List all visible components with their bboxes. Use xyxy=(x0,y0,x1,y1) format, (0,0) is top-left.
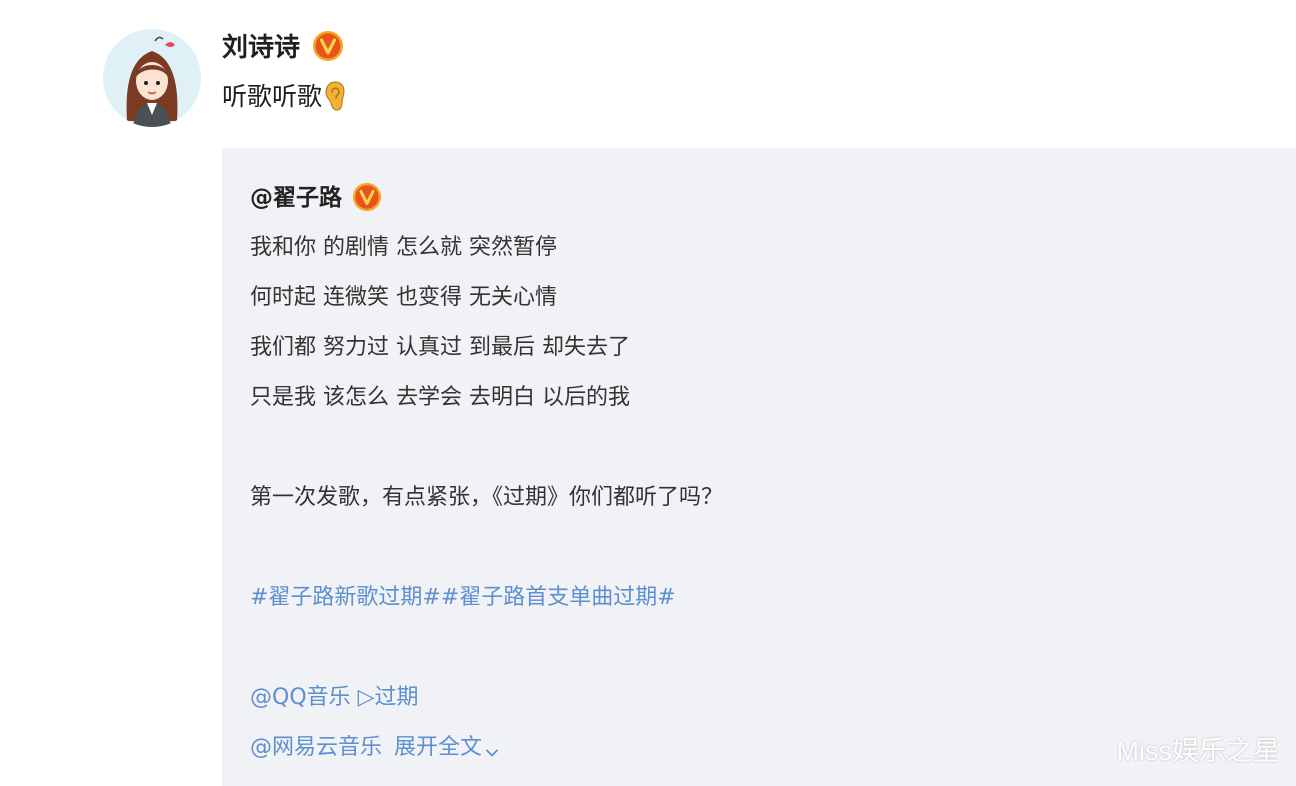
ear-icon xyxy=(324,80,346,112)
netease-line: @网易云音乐 展开全文 xyxy=(250,732,499,764)
avatar[interactable] xyxy=(103,29,201,127)
repost-author-name[interactable]: @翟子路 xyxy=(250,185,342,211)
reposted-content[interactable]: @翟子路 我和你 的剧情 怎么就 突然暂停 何时起 连微笑 也变得 无关心情 我… xyxy=(222,148,1296,786)
lyric-line: 何时起 连微笑 也变得 无关心情 xyxy=(250,285,557,310)
weibo-post: 刘诗诗 听歌听歌 @翟子路 我和你 的剧情 怎么就 突然暂停 何时起 连微笑 也… xyxy=(0,0,1296,786)
avatar-illustration xyxy=(103,29,201,127)
repost-author[interactable]: @翟子路 xyxy=(250,182,382,214)
repost-message: 第一次发歌，有点紧张，《过期》你们都听了吗？ xyxy=(250,485,724,510)
netease-music-mention-link[interactable]: @网易云音乐 xyxy=(250,735,382,760)
qq-music-song-link[interactable]: @QQ音乐 ▷过期 xyxy=(250,682,419,714)
lyric-line: 我们都 努力过 认真过 到最后 却失去了 xyxy=(250,335,630,360)
watermark: Miss娱乐之星 xyxy=(1116,736,1281,766)
expand-full-text-label: 展开全文 xyxy=(394,735,483,760)
post-author[interactable]: 刘诗诗 xyxy=(222,30,344,65)
post-text: 听歌听歌 xyxy=(222,80,346,114)
post-author-name[interactable]: 刘诗诗 xyxy=(222,33,300,63)
lyric-line: 我和你 的剧情 怎么就 突然暂停 xyxy=(250,235,557,260)
verified-badge-icon xyxy=(352,182,382,212)
verified-badge-icon xyxy=(312,30,344,62)
chevron-down-icon xyxy=(485,738,499,757)
expand-full-text-button[interactable]: 展开全文 xyxy=(394,735,499,760)
lyric-line: 只是我 该怎么 去学会 去明白 以后的我 xyxy=(250,385,630,410)
post-text-content: 听歌听歌 xyxy=(222,82,323,111)
topic-hashtags-link[interactable]: #翟子路新歌过期##翟子路首支单曲过期# xyxy=(250,582,676,614)
